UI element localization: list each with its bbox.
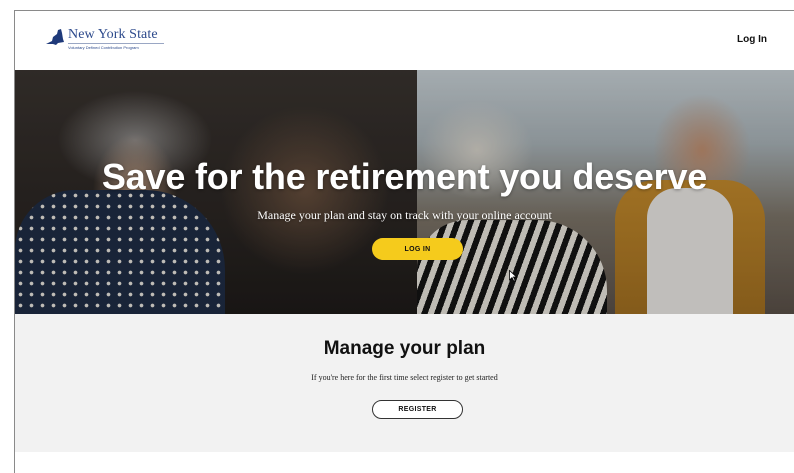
hero-subtitle: Manage your plan and stay on track with … xyxy=(257,208,552,222)
register-button[interactable]: REGISTER xyxy=(372,400,463,419)
mouse-pointer-icon xyxy=(509,270,517,282)
logo-subtitle: Voluntary Defined Contribution Program xyxy=(68,45,139,50)
header-login-link[interactable]: Log In xyxy=(737,34,767,45)
logo-text: New York State Voluntary Defined Contrib… xyxy=(68,27,164,50)
manage-plan-title: Manage your plan xyxy=(323,338,486,359)
manage-plan-subtitle: If you're here for the first time select… xyxy=(311,373,498,382)
logo-divider xyxy=(68,43,164,44)
hero-login-button[interactable]: LOG IN xyxy=(372,238,463,260)
site-logo[interactable]: New York State Voluntary Defined Contrib… xyxy=(43,27,164,50)
logo-title: New York State xyxy=(68,27,158,42)
new-york-state-map-icon xyxy=(46,29,64,45)
hero-title: Save for the retirement you deserve xyxy=(101,156,708,197)
manage-plan-section: Manage your plan If you're here for the … xyxy=(15,314,794,452)
hero-banner: Save for the retirement you deserve Mana… xyxy=(15,70,794,314)
